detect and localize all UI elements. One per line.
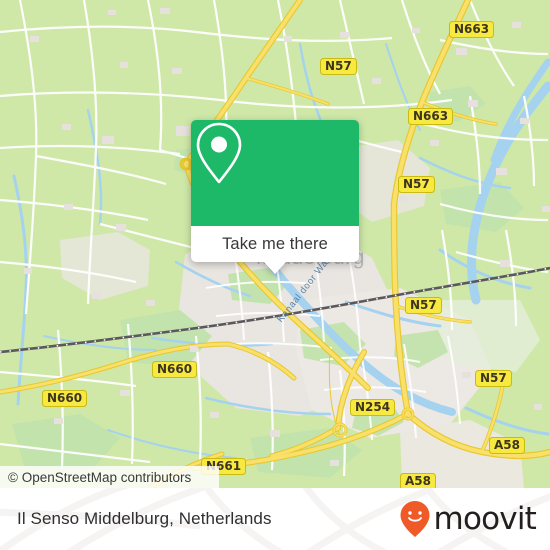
- road-shield-n57-center[interactable]: N57: [405, 297, 442, 314]
- attribution-text: © OpenStreetMap contributors: [8, 469, 192, 485]
- road-shield-a58-south[interactable]: A58: [400, 473, 436, 488]
- road-shield-n660-west[interactable]: N660: [42, 390, 88, 407]
- map-attribution[interactable]: © OpenStreetMap contributors: [0, 466, 220, 488]
- road-shield-n660-east[interactable]: N660: [152, 361, 198, 378]
- map-canvas[interactable]: Middelburg Kanaal door Walcheren N663 N5…: [0, 0, 550, 488]
- moovit-logo[interactable]: moovit: [399, 488, 537, 550]
- road-shield-n254[interactable]: N254: [350, 399, 396, 416]
- moovit-wordmark: moovit: [433, 501, 537, 537]
- road-shield-n57-north[interactable]: N57: [320, 58, 357, 75]
- popup-tail: [263, 261, 287, 274]
- popup-action-bar[interactable]: Take me there: [191, 226, 359, 262]
- road-shield-a58-east[interactable]: A58: [489, 437, 525, 454]
- road-shield-n57-upper[interactable]: N57: [398, 176, 435, 193]
- road-shield-n57-south[interactable]: N57: [475, 370, 512, 387]
- road-shield-n663-north[interactable]: N663: [449, 21, 495, 38]
- moovit-map-card: Middelburg Kanaal door Walcheren N663 N5…: [0, 0, 550, 550]
- location-popup[interactable]: Take me there: [191, 120, 359, 274]
- road-shield-n663-mid[interactable]: N663: [408, 108, 454, 125]
- moovit-pin-icon: [400, 501, 430, 537]
- map-pin-icon: [191, 120, 359, 226]
- take-me-there-label: Take me there: [222, 234, 328, 253]
- footer-bar: Il Senso Middelburg, Netherlands moovit: [0, 488, 550, 550]
- place-title: Il Senso Middelburg, Netherlands: [17, 509, 272, 528]
